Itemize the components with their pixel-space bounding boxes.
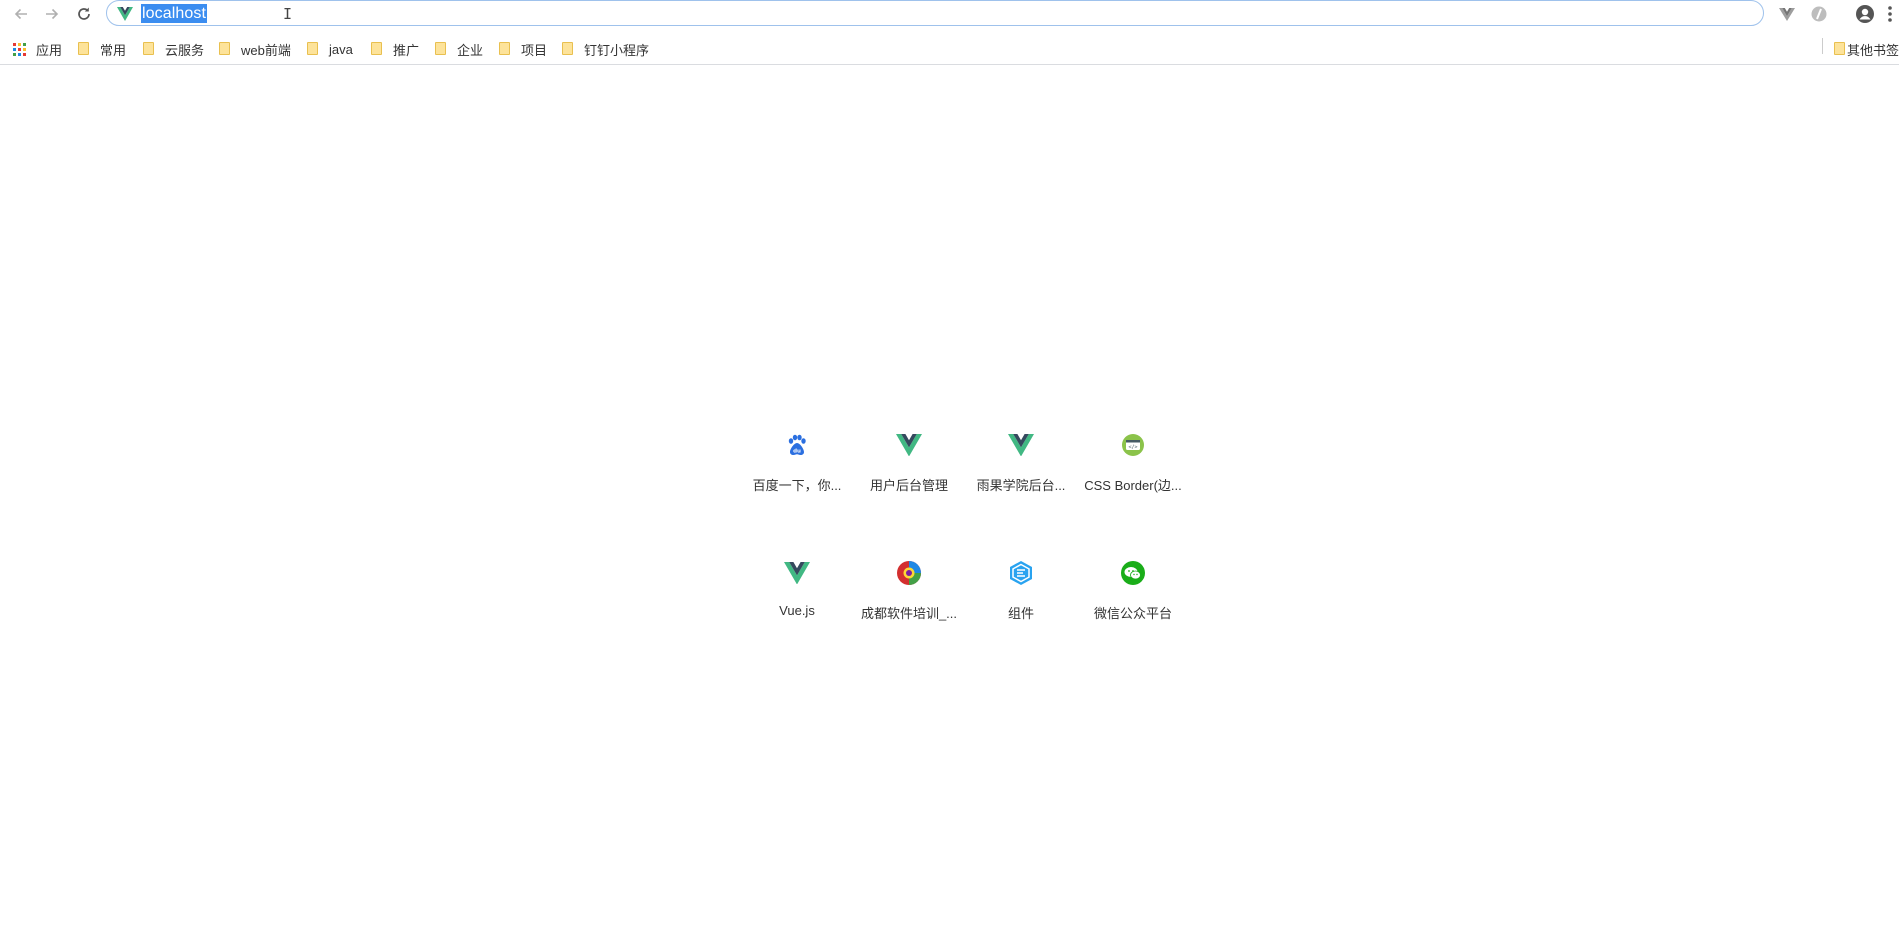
shortcut-title: Vue.js xyxy=(779,603,815,618)
bookmarks-divider xyxy=(1822,38,1823,54)
bookmark-label: 应用 xyxy=(36,42,63,58)
menu-button[interactable] xyxy=(1882,4,1898,24)
address-bar[interactable]: localhost I xyxy=(106,0,1764,26)
folder-icon xyxy=(435,42,447,56)
bookmark-folder[interactable]: 推广 xyxy=(371,40,419,58)
shortcut-tile[interactable]: 组件 xyxy=(965,533,1077,643)
reload-icon xyxy=(78,7,90,20)
folder-icon xyxy=(371,42,383,56)
shortcut-title: 用户后台管理 xyxy=(869,478,948,493)
bookmark-folder[interactable]: java xyxy=(307,40,353,58)
bookmark-label: 项目 xyxy=(521,42,548,58)
bookmark-label: java xyxy=(329,41,353,57)
bookmark-label: 其他书签 xyxy=(1846,42,1899,58)
shortcut-title: CSS Border(边... xyxy=(1084,478,1182,493)
reload-button[interactable] xyxy=(72,3,96,25)
vue-logo-icon xyxy=(1003,427,1039,463)
bookmark-label: 云服务 xyxy=(165,42,205,58)
shortcut-tile[interactable]: </> CSS Border(边... xyxy=(1077,405,1189,515)
shortcut-tile[interactable]: 雨果学院后台... xyxy=(965,405,1077,515)
bookmark-other[interactable]: 其他书签 xyxy=(1834,40,1899,58)
vue-devtools-icon xyxy=(1779,8,1795,21)
bookmark-folder[interactable]: 常用 xyxy=(78,40,126,58)
bookmark-folder[interactable]: 钉钉小程序 xyxy=(562,40,649,58)
folder-icon xyxy=(143,42,155,56)
bookmark-folder[interactable]: 项目 xyxy=(499,40,547,58)
blue-hexagon-icon xyxy=(1003,555,1039,591)
shortcut-tile[interactable]: 用户后台管理 xyxy=(853,405,965,515)
forward-button[interactable] xyxy=(40,3,64,25)
extension-button[interactable] xyxy=(1808,4,1830,24)
svg-text:du: du xyxy=(793,449,801,455)
shortcut-tile[interactable]: 微信公众平台 xyxy=(1077,533,1189,643)
folder-icon xyxy=(78,42,90,56)
folder-icon xyxy=(499,42,511,56)
bookmark-folder[interactable]: 企业 xyxy=(435,40,483,58)
shortcut-title: 微信公众平台 xyxy=(1093,606,1172,621)
vue-logo-icon xyxy=(779,555,815,591)
colorful-circle-icon xyxy=(891,555,927,591)
bookmark-label: 钉钉小程序 xyxy=(584,42,650,58)
bookmark-folder[interactable]: web前端 xyxy=(219,40,291,58)
folder-icon xyxy=(307,42,319,56)
bookmark-label: 推广 xyxy=(393,42,420,58)
shortcut-title: 百度一下，你... xyxy=(752,478,842,493)
bookmark-apps[interactable]: 应用 xyxy=(13,40,62,58)
vue-devtools-extension-button[interactable] xyxy=(1776,4,1798,24)
profile-button[interactable] xyxy=(1854,4,1876,24)
shortcut-tile[interactable]: Vue.js xyxy=(741,533,853,643)
svg-text:</>: </> xyxy=(1128,445,1137,451)
shortcut-tile[interactable]: 成都软件培训_... xyxy=(853,533,965,643)
vue-logo-icon xyxy=(891,427,927,463)
bookmark-label: web前端 xyxy=(241,42,291,58)
bookmark-label: 常用 xyxy=(100,42,127,58)
folder-icon xyxy=(1834,42,1845,56)
vue-logo-icon xyxy=(117,7,133,21)
shortcut-title: 组件 xyxy=(1007,606,1034,621)
apps-grid-icon xyxy=(13,42,26,56)
code-window-icon: </> xyxy=(1115,427,1151,463)
folder-icon xyxy=(219,42,231,56)
bookmarks-bar: 应用 常用 云服务 web前端 java 推广 企业 项目 钉钉小程序 其他书签 xyxy=(0,34,1899,65)
shortcut-title: 成都软件培训_... xyxy=(860,606,958,621)
browser-toolbar: localhost I xyxy=(0,0,1899,28)
extension-circle-icon xyxy=(1811,6,1827,22)
folder-icon xyxy=(562,42,574,56)
wechat-icon xyxy=(1115,555,1151,591)
text-cursor-icon: I xyxy=(283,5,293,23)
shortcut-title: 雨果学院后台... xyxy=(976,478,1066,493)
address-bar-url[interactable]: localhost xyxy=(141,4,208,23)
account-circle-icon xyxy=(1856,5,1874,23)
bookmark-label: 企业 xyxy=(457,42,484,58)
arrow-right-icon xyxy=(46,8,59,20)
shortcut-tile[interactable]: du 百度一下，你... xyxy=(741,405,853,515)
more-vertical-icon xyxy=(1888,6,1892,22)
bookmark-folder[interactable]: 云服务 xyxy=(143,40,204,58)
baidu-paw-icon: du xyxy=(779,427,815,463)
back-button[interactable] xyxy=(9,3,33,25)
arrow-left-icon xyxy=(14,8,27,20)
